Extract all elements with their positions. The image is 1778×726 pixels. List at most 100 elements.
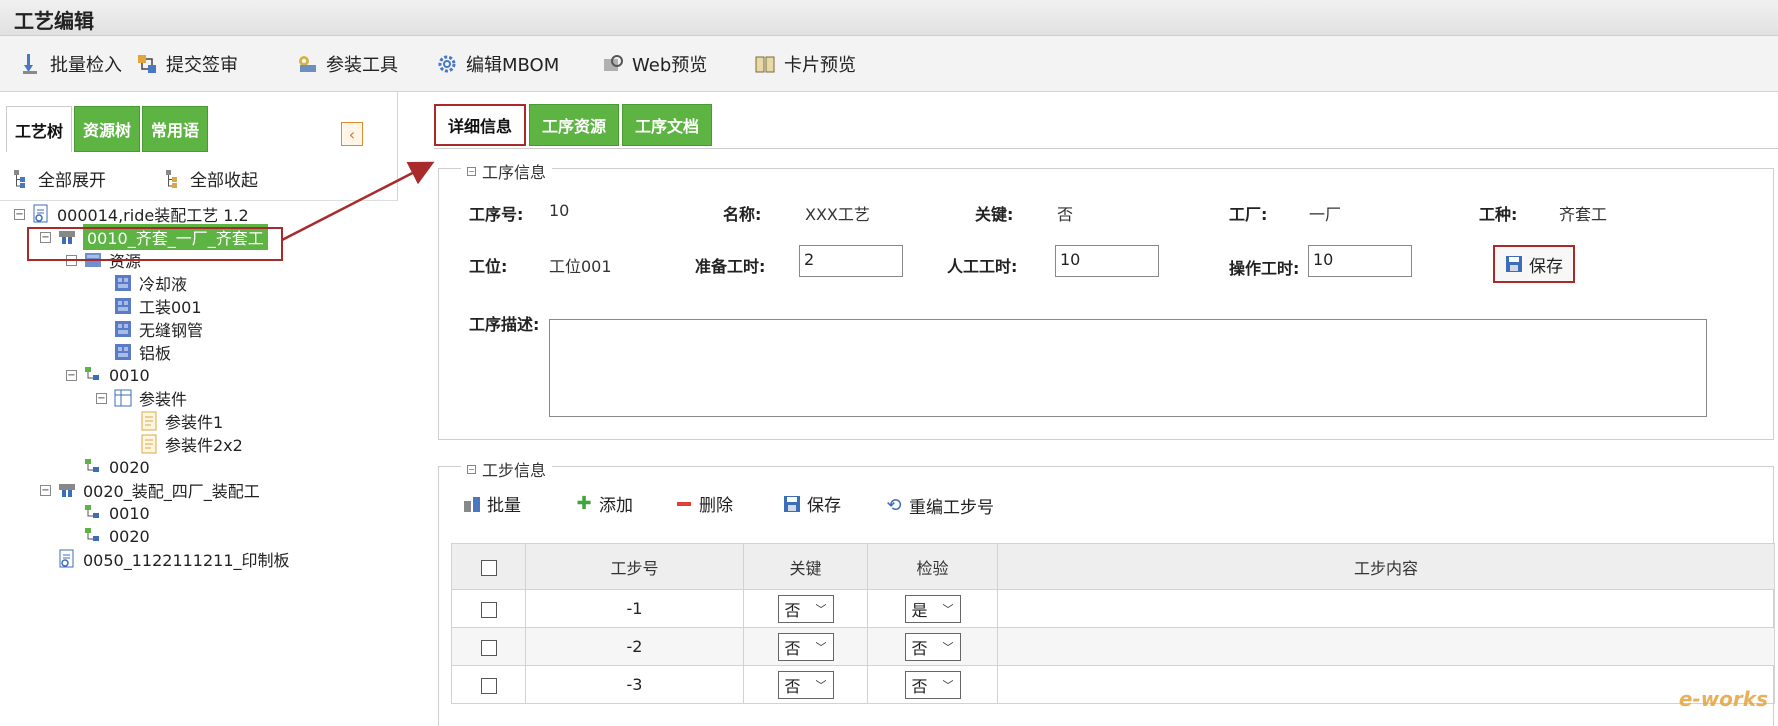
collapse-tree-icon <box>166 169 177 188</box>
resource-icon <box>113 342 133 362</box>
step-content-cell[interactable] <box>997 627 1775 666</box>
op-info-section: − 工序信息 工序号: 10 名称: XXX工艺 关键: 否 工厂: 一厂 工种… <box>438 159 1774 440</box>
batch-checkin-button[interactable]: 批量检入 <box>20 50 122 78</box>
tab-op-resources[interactable]: 工序资源 <box>529 104 620 146</box>
step-no-cell: -3 <box>525 665 744 704</box>
expand-all-label: 全部展开 <box>38 171 106 191</box>
tree-node-label: 参装件1 <box>165 413 224 432</box>
tree-toggle-icon[interactable]: − <box>40 484 51 496</box>
submit-review-label: 提交签审 <box>166 55 238 76</box>
tree-toggle-icon[interactable]: − <box>66 369 77 381</box>
tree-node[interactable]: 无缝钢管 <box>96 318 203 340</box>
tree-node[interactable]: 参装件2x2 <box>122 433 243 455</box>
tab-process-tree[interactable]: 工艺树 <box>6 106 73 152</box>
key-select[interactable]: 否 ﹀ <box>777 670 834 699</box>
expand-all-button[interactable]: 全部展开 <box>12 166 106 191</box>
collapse-section-icon[interactable]: − <box>467 166 476 176</box>
prep-time-input[interactable]: 2 <box>799 245 903 277</box>
check-select[interactable]: 是 ﹀ <box>904 594 961 623</box>
tree-node[interactable]: 参装件1 <box>122 410 223 432</box>
collapse-panel-button[interactable]: ‹ <box>341 122 363 146</box>
web-preview-button[interactable]: Web预览 <box>602 50 707 78</box>
key-select[interactable]: 否 ﹀ <box>777 632 834 661</box>
step-delete-button[interactable]: 删除 <box>675 491 733 516</box>
resource-icon <box>113 273 133 293</box>
process-tree: −000014,ride装配工艺 1.2−0010_齐套_一厂_齐套工 − 资源 冷却… <box>0 200 398 720</box>
desc-textarea[interactable] <box>549 319 1707 417</box>
tree-node[interactable]: 0020 <box>66 456 150 478</box>
tree-node[interactable]: 冷却液 <box>96 272 187 294</box>
card-preview-button[interactable]: 卡片预览 <box>754 50 856 78</box>
tree-node[interactable]: − 参装件 <box>96 387 187 409</box>
batch-icon <box>463 495 481 513</box>
submit-review-button[interactable]: 提交签审 <box>136 50 238 78</box>
check-select-value: 否 <box>911 638 928 658</box>
step-add-button[interactable]: ✚ 添加 <box>575 491 633 516</box>
station-value: 工位001 <box>549 257 612 276</box>
tree-toggle-icon[interactable]: − <box>14 208 25 220</box>
tree-node[interactable]: − 0020_装配_四厂_装配工 <box>40 479 260 501</box>
op-save-label: 保存 <box>1529 256 1563 277</box>
tree-node[interactable]: 0050_1122111211_印制板 <box>40 548 290 570</box>
tree-node-label: 0020 <box>109 457 150 477</box>
part-doc-icon <box>139 411 159 431</box>
tree-node-label: 0020 <box>109 526 150 546</box>
op-time-label: 操作工时: <box>1229 259 1300 278</box>
key-select[interactable]: 否 ﹀ <box>777 594 834 623</box>
assembly-tool-button[interactable]: 参装工具 <box>296 50 398 78</box>
tree-node[interactable]: 0020 <box>66 525 150 547</box>
collapse-all-button[interactable]: 全部收起 <box>164 166 258 191</box>
labor-time-input[interactable]: 10 <box>1055 245 1159 277</box>
tree-toggle-icon[interactable]: − <box>40 231 51 243</box>
step-content-cell[interactable] <box>997 665 1775 704</box>
tree-node[interactable]: 0010 <box>66 502 150 524</box>
key-select-value: 否 <box>784 638 801 658</box>
row-checkbox[interactable] <box>480 601 497 618</box>
name-label: 名称: <box>723 205 762 224</box>
tree-node[interactable]: − 0010_齐套_一厂_齐套工 <box>40 224 268 250</box>
step-no-cell: -2 <box>525 627 744 666</box>
step-info-section: − 工步信息 批量 ✚ 添加 删除 保存 ⟲ 重编工步号 工步号 关键 检验 工… <box>438 457 1775 726</box>
gear-icon <box>436 53 458 75</box>
check-select[interactable]: 否 ﹀ <box>904 670 961 699</box>
step-save-button[interactable]: 保存 <box>783 491 841 516</box>
tree-node[interactable]: − 资源 <box>66 249 141 271</box>
left-panel: 工艺树 资源树 常用语 ‹ 全部展开 全部收起 −000014,ride装配工艺… <box>0 92 398 720</box>
step-batch-button[interactable]: 批量 <box>463 491 521 516</box>
row-checkbox[interactable] <box>480 639 497 656</box>
renumber-steps-button[interactable]: ⟲ 重编工步号 <box>885 493 994 518</box>
tree-node[interactable]: 工装001 <box>96 295 202 317</box>
chevron-down-icon: ﹀ <box>942 640 954 654</box>
step-table: 工步号 关键 检验 工步内容 -1 否 ﹀ 是 ﹀ -2 否 ﹀ 否 ﹀ -3 … <box>451 543 1775 704</box>
table-row: -1 否 ﹀ 是 ﹀ <box>451 589 1775 628</box>
col-step-content: 工步内容 <box>997 543 1775 590</box>
tree-toggle-icon[interactable]: − <box>96 392 107 404</box>
chevron-down-icon: ﹀ <box>815 602 827 616</box>
collapse-section-icon[interactable]: − <box>467 464 476 474</box>
tree-node[interactable]: 铝板 <box>96 341 171 363</box>
op-time-input[interactable]: 10 <box>1308 245 1412 277</box>
tab-common-phrases[interactable]: 常用语 <box>142 106 209 152</box>
prep-time-label: 准备工时: <box>695 257 766 276</box>
select-all-header[interactable] <box>451 543 526 590</box>
tree-toggle-icon[interactable]: − <box>66 254 77 266</box>
op-save-button[interactable]: 保存 <box>1493 245 1575 283</box>
tree-node-label: 冷却液 <box>139 275 188 294</box>
tab-op-documents[interactable]: 工序文档 <box>622 104 713 146</box>
tree-node-label: 000014,ride装配工艺 1.2 <box>57 206 249 225</box>
resource-icon <box>113 296 133 316</box>
tab-detail-info[interactable]: 详细信息 <box>434 104 527 146</box>
step-info-title: 工步信息 <box>482 461 547 480</box>
left-tabs: 工艺树 资源树 常用语 <box>6 106 210 152</box>
select-all-checkbox[interactable] <box>480 559 497 576</box>
check-select[interactable]: 否 ﹀ <box>904 632 961 661</box>
card-preview-icon <box>754 53 776 75</box>
tab-resource-tree[interactable]: 资源树 <box>74 106 141 152</box>
edit-mbom-button[interactable]: 编辑MBOM <box>436 50 559 78</box>
step-content-cell[interactable] <box>997 589 1775 628</box>
tree-node[interactable]: − 000014,ride装配工艺 1.2 <box>14 203 249 225</box>
step-add-label: 添加 <box>599 496 633 516</box>
row-checkbox[interactable] <box>480 677 497 694</box>
step-icon <box>83 503 103 523</box>
tree-node[interactable]: − 0010 <box>66 364 150 386</box>
